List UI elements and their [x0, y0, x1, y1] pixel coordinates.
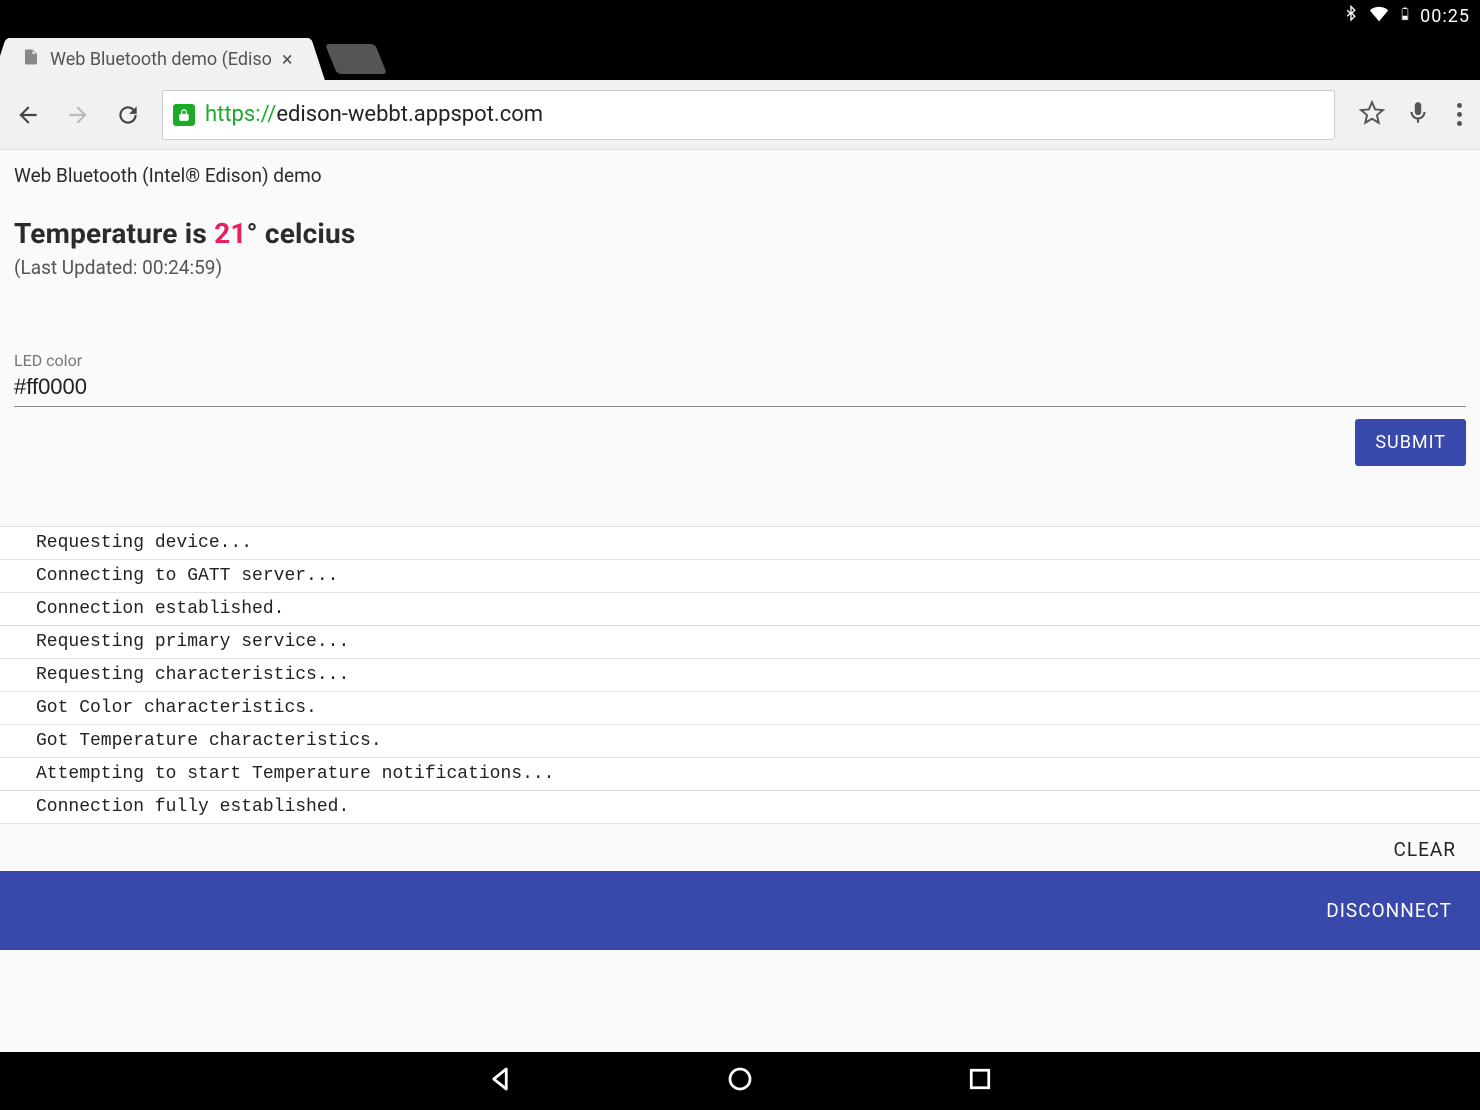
microphone-icon[interactable]: [1405, 100, 1431, 130]
log-line: Got Color characteristics.: [0, 691, 1480, 724]
nav-back-icon[interactable]: [485, 1064, 515, 1098]
android-status-bar: 00:25: [0, 0, 1480, 32]
log-line: Connecting to GATT server...: [0, 559, 1480, 592]
menu-button[interactable]: [1451, 103, 1468, 126]
close-icon[interactable]: ×: [282, 49, 293, 69]
last-updated: (Last Updated: 00:24:59): [14, 256, 1466, 279]
log-area: Requesting device... Connecting to GATT …: [0, 526, 1480, 824]
nav-home-icon[interactable]: [725, 1064, 755, 1098]
temperature-value: 21: [214, 217, 247, 250]
led-color-input[interactable]: [14, 372, 1466, 407]
lock-icon: [173, 104, 195, 126]
browser-tab-active[interactable]: Web Bluetooth demo (Ediso ×: [8, 38, 309, 80]
battery-icon: [1398, 4, 1412, 29]
log-line: Got Temperature characteristics.: [0, 724, 1480, 757]
log-line: Requesting primary service...: [0, 625, 1480, 658]
address-bar[interactable]: https://edison-webbt.appspot.com: [162, 90, 1335, 140]
nav-recent-icon[interactable]: [965, 1064, 995, 1098]
reload-button[interactable]: [112, 99, 144, 131]
log-line: Attempting to start Temperature notifica…: [0, 757, 1480, 790]
bookmark-icon[interactable]: [1359, 100, 1385, 130]
new-tab-button[interactable]: [331, 44, 381, 74]
status-time: 00:25: [1420, 6, 1470, 27]
wifi-icon: [1368, 3, 1390, 30]
log-line: Connection fully established.: [0, 790, 1480, 824]
temperature-heading: Temperature is 21° celcius: [14, 217, 1466, 250]
back-button[interactable]: [12, 99, 44, 131]
page-icon: [22, 48, 40, 71]
log-line: Requesting characteristics...: [0, 658, 1480, 691]
log-line: Requesting device...: [0, 526, 1480, 559]
led-color-label: LED color: [14, 351, 1466, 370]
log-line: Connection established.: [0, 592, 1480, 625]
page-content: Web Bluetooth (Intel® Edison) demo Tempe…: [0, 150, 1480, 1052]
submit-button[interactable]: SUBMIT: [1355, 419, 1466, 466]
url-text: https://edison-webbt.appspot.com: [205, 102, 1324, 127]
clear-button[interactable]: CLEAR: [0, 824, 1480, 871]
tab-title: Web Bluetooth demo (Ediso: [50, 49, 272, 70]
browser-tab-strip: Web Bluetooth demo (Ediso ×: [0, 32, 1480, 80]
demo-title: Web Bluetooth (Intel® Edison) demo: [14, 164, 1466, 187]
bluetooth-icon: [1342, 5, 1360, 28]
browser-toolbar: https://edison-webbt.appspot.com: [0, 80, 1480, 150]
disconnect-button[interactable]: DISCONNECT: [0, 871, 1480, 950]
forward-button[interactable]: [62, 99, 94, 131]
android-nav-bar: [0, 1052, 1480, 1110]
